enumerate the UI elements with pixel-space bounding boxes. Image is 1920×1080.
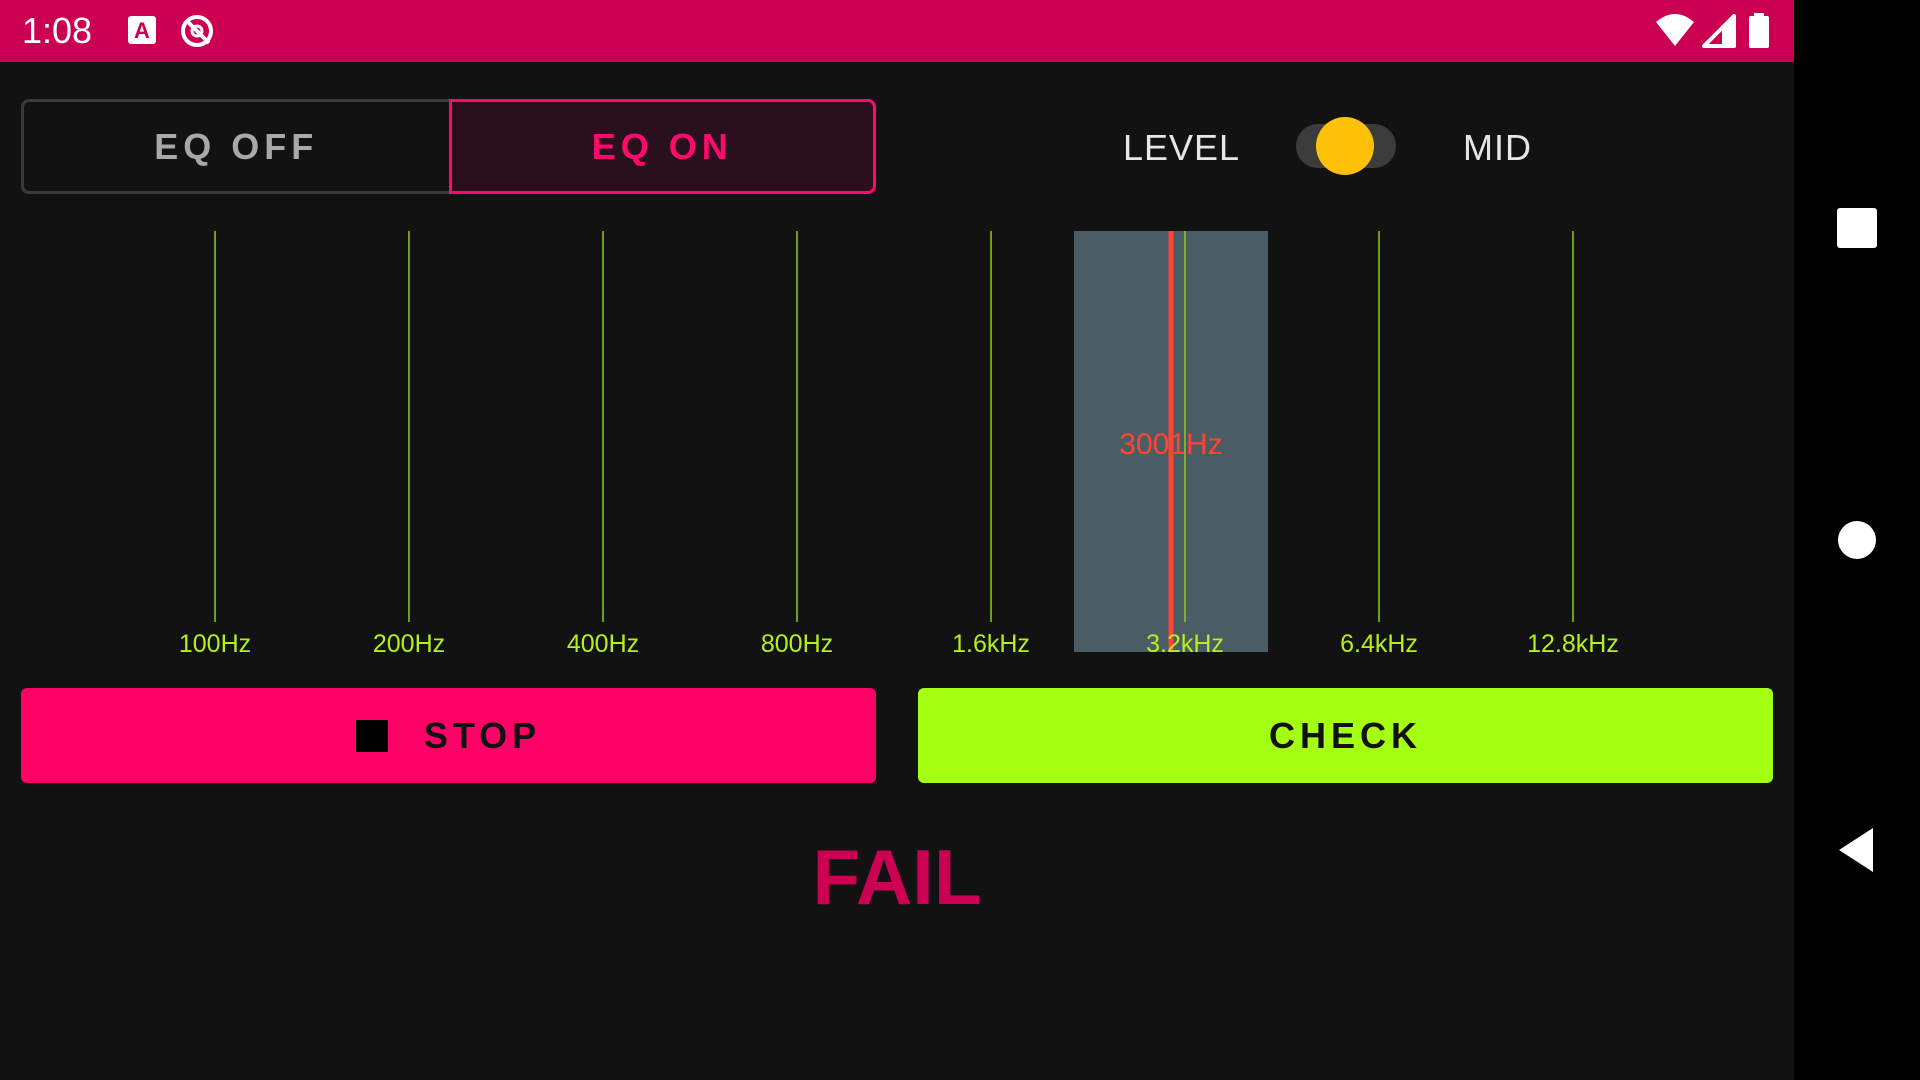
band-label-400hz: 400Hz (567, 630, 639, 658)
stop-icon (355, 719, 388, 752)
band-label-800hz: 800Hz (761, 630, 833, 658)
frequency-marker-label: 3001Hz (1119, 428, 1222, 461)
band-label-1-6khz: 1.6kHz (952, 630, 1030, 658)
stop-button[interactable]: STOP (21, 688, 876, 783)
equalizer-screen: 1:08 A EQ OFF EQ ON LEVEL MID 3001Hz 100… (0, 0, 1920, 1080)
band-label-12-8khz: 12.8kHz (1527, 630, 1619, 658)
spectrum-display: 3001Hz 100Hz 200Hz 400Hz 800Hz 1.6kHz 3.… (179, 231, 1619, 658)
check-button[interactable]: CHECK (918, 688, 1773, 783)
back-triangle-icon[interactable] (1827, 820, 1887, 880)
stop-button-label: STOP (423, 714, 542, 756)
home-circle-icon[interactable] (1827, 510, 1887, 570)
recents-square-icon[interactable] (1827, 198, 1887, 258)
band-label-200hz: 200Hz (373, 630, 445, 658)
band-label-100hz: 100Hz (179, 630, 251, 658)
result-text: FAIL (812, 833, 982, 921)
navigation-bar (1794, 0, 1920, 1080)
check-button-label: CHECK (1268, 714, 1422, 756)
band-label-6-4khz: 6.4kHz (1340, 630, 1418, 658)
band-label-3-2khz: 3.2kHz (1146, 630, 1224, 658)
